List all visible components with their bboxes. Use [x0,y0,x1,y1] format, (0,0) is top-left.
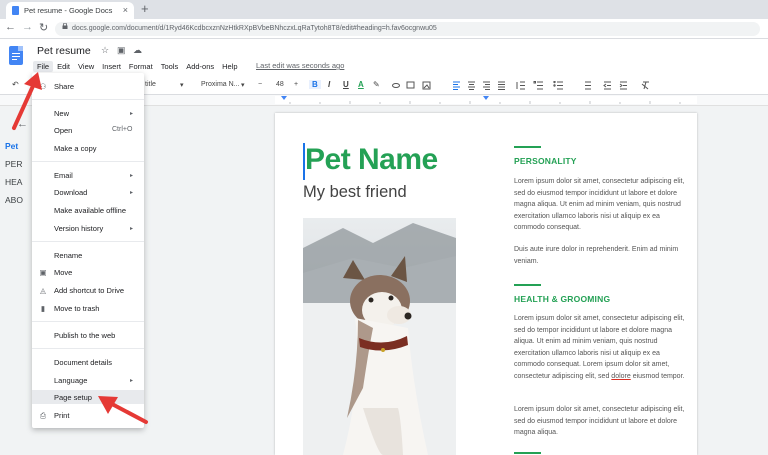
annotation-arrow-page-setup [98,396,148,424]
annotation-arrows [12,72,148,424]
annotation-arrow-file-menu [12,72,42,130]
